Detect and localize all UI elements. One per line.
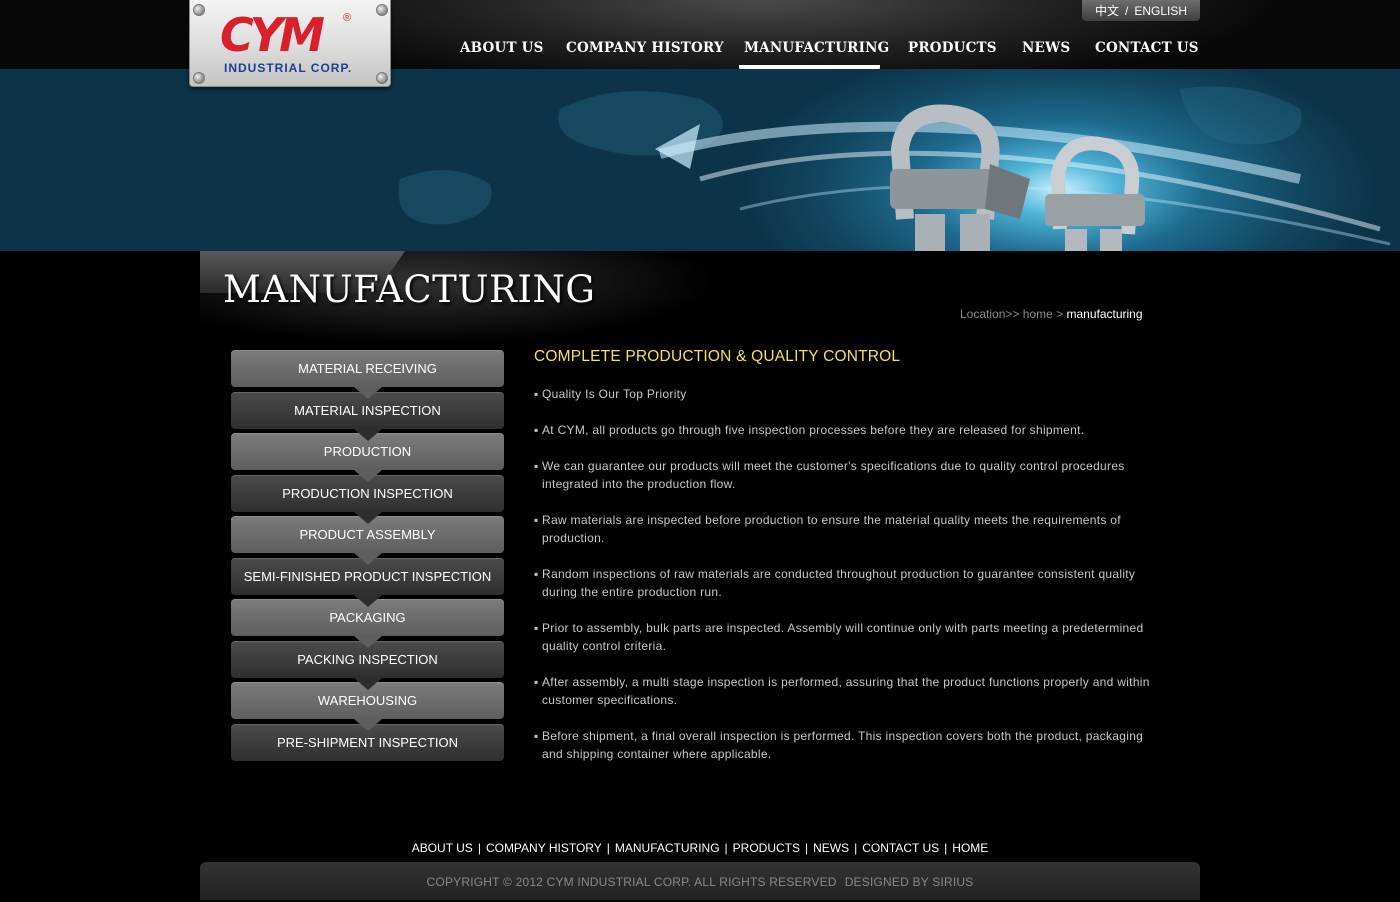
breadcrumb: Location>> home > manufacturing xyxy=(960,307,1143,321)
paragraph-text: Prior to assembly, bulk parts are inspec… xyxy=(542,621,1144,653)
down-arrow-icon xyxy=(354,595,382,607)
nav-manufacturing[interactable]: MANUFACTURING xyxy=(744,40,889,60)
footer-bar: COPYRIGHT © 2012 CYM INDUSTRIAL CORP. AL… xyxy=(200,862,1200,900)
content-paragraph: ▪ Random inspections of raw materials ar… xyxy=(534,565,1154,601)
content-paragraph: ▪ At CYM, all products go through five i… xyxy=(534,421,1154,439)
page-title: MANUFACTURING xyxy=(223,268,596,311)
footer-nav: ABOUT US | COMPANY HISTORY | MANUFACTURING | P… xyxy=(0,841,1400,855)
bullet-icon: ▪ xyxy=(534,423,539,437)
footer-separator: | xyxy=(606,841,610,855)
company-logo[interactable]: CYM ® INDUSTRIAL CORP. xyxy=(189,0,391,87)
screw-icon xyxy=(193,72,205,84)
content-paragraph: ▪ Prior to assembly, bulk parts are insp… xyxy=(534,619,1154,655)
down-arrow-icon xyxy=(354,719,382,731)
footer-link-products[interactable]: PRODUCTS xyxy=(733,841,800,855)
down-arrow-icon xyxy=(354,470,382,482)
lang-separator: / xyxy=(1124,4,1129,18)
nav-news[interactable]: NEWS xyxy=(1022,40,1070,60)
down-arrow-icon xyxy=(354,678,382,690)
content-paragraph: ▪ Quality Is Our Top Priority xyxy=(534,385,1154,403)
hero-banner xyxy=(0,69,1400,251)
paragraph-text: Before shipment, a final overall inspect… xyxy=(542,729,1144,761)
paragraph-text: Random inspections of raw materials are … xyxy=(542,567,1136,599)
content-paragraph: ▪ Raw materials are inspected before pro… xyxy=(534,511,1154,547)
breadcrumb-prefix: Location>> xyxy=(960,307,1020,321)
breadcrumb-current: manufacturing xyxy=(1066,307,1143,321)
content-paragraph: ▪ Before shipment, a final overall inspe… xyxy=(534,727,1154,763)
bullet-icon: ▪ xyxy=(534,387,539,401)
footer-link-contact-us[interactable]: CONTACT US xyxy=(862,841,939,855)
paragraph-text: After assembly, a multi stage inspection… xyxy=(542,675,1150,707)
down-arrow-icon xyxy=(354,429,382,441)
lang-english-link[interactable]: ENGLISH xyxy=(1134,4,1187,18)
breadcrumb-home-link[interactable]: home xyxy=(1023,307,1053,321)
screw-icon xyxy=(193,4,205,16)
paragraph-text: We can guarantee our products will meet … xyxy=(542,459,1125,491)
breadcrumb-separator: > xyxy=(1056,307,1064,321)
lang-chinese-link[interactable]: 中文 xyxy=(1095,4,1119,18)
bullet-icon: ▪ xyxy=(534,729,539,743)
content-paragraph: ▪ We can guarantee our products will mee… xyxy=(534,457,1154,493)
banner-illustration xyxy=(398,86,1391,251)
footer-separator: | xyxy=(724,841,728,855)
paragraph-text: At CYM, all products go through five ins… xyxy=(542,423,1085,437)
designer-credit: DESIGNED BY SIRIUS xyxy=(844,875,974,889)
footer-link-news[interactable]: NEWS xyxy=(813,841,849,855)
content-paragraph: ▪ After assembly, a multi stage inspecti… xyxy=(534,673,1154,709)
process-step-material-receiving[interactable]: MATERIAL RECEIVING xyxy=(231,350,504,387)
footer-separator: | xyxy=(854,841,858,855)
footer-separator: | xyxy=(477,841,481,855)
content-heading: COMPLETE PRODUCTION & QUALITY CONTROL xyxy=(534,348,901,365)
nav-company-history[interactable]: COMPANY HISTORY xyxy=(566,40,724,60)
down-arrow-icon xyxy=(354,512,382,524)
bullet-icon: ▪ xyxy=(534,567,539,581)
footer-link-home[interactable]: HOME xyxy=(952,841,988,855)
language-switcher: 中文 / ENGLISH xyxy=(1082,0,1200,21)
bullet-icon: ▪ xyxy=(534,621,539,635)
footer-separator: | xyxy=(805,841,809,855)
logo-mark: CYM xyxy=(220,8,325,62)
down-arrow-icon xyxy=(354,553,382,565)
footer-link-company-history[interactable]: COMPANY HISTORY xyxy=(486,841,602,855)
footer-separator: | xyxy=(944,841,948,855)
registered-mark: ® xyxy=(343,12,352,24)
screw-icon xyxy=(376,72,388,84)
down-arrow-icon xyxy=(354,636,382,648)
nav-about-us[interactable]: ABOUT US xyxy=(460,40,544,60)
nav-contact-us[interactable]: CONTACT US xyxy=(1095,40,1199,60)
footer-link-about-us[interactable]: ABOUT US xyxy=(412,841,473,855)
screw-icon xyxy=(376,4,388,16)
bullet-icon: ▪ xyxy=(534,675,539,689)
copyright-text: COPYRIGHT © 2012 CYM INDUSTRIAL CORP. AL… xyxy=(426,875,837,889)
footer-link-manufacturing[interactable]: MANUFACTURING xyxy=(615,841,720,855)
down-arrow-icon xyxy=(354,387,382,399)
bullet-icon: ▪ xyxy=(534,513,539,527)
nav-products[interactable]: PRODUCTS xyxy=(908,40,997,60)
paragraph-text: Quality Is Our Top Priority xyxy=(542,387,687,401)
bullet-icon: ▪ xyxy=(534,459,539,473)
wire-rope-clip-icon xyxy=(1045,136,1145,251)
logo-subtitle: INDUSTRIAL CORP. xyxy=(224,61,353,75)
paragraph-text: Raw materials are inspected before produ… xyxy=(542,513,1121,545)
